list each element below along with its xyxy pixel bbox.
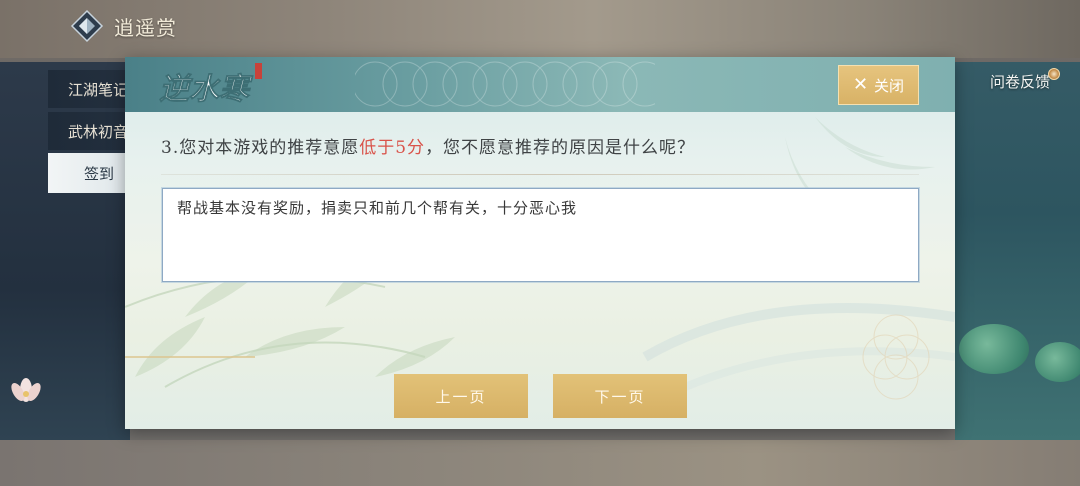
lily-pad-decoration [1035, 342, 1080, 382]
question-text: 3.您对本游戏的推荐意愿低于5分，您不愿意推荐的原因是什么呢？ [161, 133, 921, 158]
question-divider [161, 174, 919, 175]
question-prefix: 3.您对本游戏的推荐意愿 [161, 138, 360, 158]
sidebar-item-label: 江湖笔记 [68, 80, 129, 99]
answer-text: 帮战基本没有奖励，捐卖只和前几个帮有关，十分恶心我 [177, 199, 578, 217]
survey-dialog: 逆水寒 ✕ 关闭 3.您对本游戏的推荐意愿低于5分，您不愿意推荐的原因是什么呢？… [125, 57, 955, 429]
close-x-icon: ✕ [852, 74, 869, 95]
sidebar-item-checkin[interactable]: 签到 [48, 153, 130, 193]
dialog-header: 逆水寒 ✕ 关闭 [125, 57, 955, 112]
survey-feedback-label: 问卷反馈 [989, 72, 1050, 91]
game-screen: 逍遥赏 江湖笔记 武林初音 签到 问卷反馈 逆水寒 ✕ 关闭 3.您对本游戏的推… [0, 0, 1080, 486]
lotus-flower-icon [11, 378, 41, 402]
app-title: 逍遥赏 [114, 15, 177, 40]
sidebar-item-label: 武林初音 [68, 122, 129, 141]
game-brand-logo-icon: 逆水寒 [155, 61, 275, 111]
app-header: 逍遥赏 [70, 8, 177, 44]
brand-text: 逆水寒 [159, 72, 254, 107]
close-button[interactable]: ✕ 关闭 [838, 65, 919, 105]
background-bottom [0, 440, 1080, 486]
sidebar-item-label: 签到 [84, 164, 115, 183]
answer-textarea[interactable]: 帮战基本没有奖励，捐卖只和前几个帮有关，十分恶心我 [162, 188, 919, 282]
sidebar-item-notes[interactable]: 江湖笔记 [48, 70, 130, 108]
sidebar-item-first-voice[interactable]: 武林初音 [48, 112, 130, 150]
diamond-logo-icon [70, 9, 104, 43]
header-pattern [355, 61, 655, 107]
notification-dot-icon [1048, 68, 1060, 80]
next-page-button[interactable]: 下一页 [553, 374, 687, 418]
close-button-label: 关闭 [874, 76, 905, 95]
previous-page-button[interactable]: 上一页 [394, 374, 528, 418]
next-page-label: 下一页 [594, 387, 646, 406]
previous-page-label: 上一页 [435, 387, 487, 406]
lily-pad-decoration [959, 324, 1029, 374]
question-highlight: 低于5分 [359, 138, 426, 158]
question-suffix: ，您不愿意推荐的原因是什么呢？ [425, 138, 696, 158]
survey-feedback-button[interactable]: 问卷反馈 [970, 64, 1070, 98]
right-panel [955, 62, 1080, 440]
